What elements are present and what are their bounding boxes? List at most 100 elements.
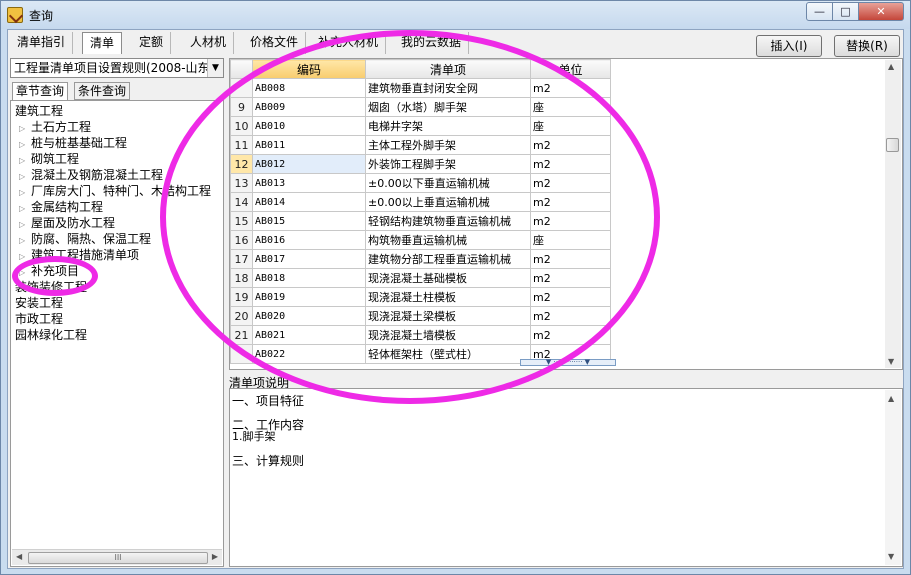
item-cell[interactable]: 现浇混凝土柱模板 (365, 287, 531, 307)
item-cell[interactable]: 建筑物分部工程垂直运输机械 (365, 249, 531, 269)
unit-cell[interactable]: m2 (530, 211, 611, 231)
table-row[interactable]: 11 AB011 主体工程外脚手架 m2 (230, 135, 611, 155)
tab-supplement-material[interactable]: 补充人材机 (311, 32, 387, 54)
code-cell[interactable]: AB009 (252, 97, 366, 117)
close-button[interactable]: ✕ (858, 2, 904, 21)
code-cell[interactable]: AB016 (252, 230, 366, 250)
code-cell[interactable]: AB015 (252, 211, 366, 231)
unit-cell[interactable]: m2 (530, 249, 611, 269)
tab-condition-query[interactable]: 条件查询 (74, 82, 131, 100)
tree-item[interactable]: ▷ 混凝土及钢筋混凝土工程 (19, 167, 163, 183)
tree-item[interactable]: ▷ 厂库房大门、特种门、木结构工程 (19, 183, 211, 199)
code-cell[interactable]: AB010 (252, 116, 366, 136)
item-cell[interactable]: 轻钢结构建筑物垂直运输机械 (365, 211, 531, 231)
table-row[interactable]: 13 AB013 ±0.00以下垂直运输机械 m2 (230, 173, 611, 193)
tree-item[interactable]: 市政工程 (15, 311, 63, 327)
chevron-down-icon[interactable]: ▼ (207, 59, 223, 77)
title-bar[interactable]: 查询 — □ ✕ (1, 1, 910, 29)
scroll-up-icon[interactable]: ▲ (888, 62, 894, 71)
tree-item[interactable]: ▷ 防腐、隔热、保温工程 (19, 231, 151, 247)
unit-cell[interactable]: m2 (530, 325, 611, 345)
tree-item[interactable]: ▷ 补充项目 (19, 263, 79, 279)
table-row[interactable]: 19 AB019 现浇混凝土柱模板 m2 (230, 287, 611, 307)
item-cell[interactable]: 轻体框架柱（壁式柱） (365, 344, 531, 364)
scroll-thumb[interactable] (886, 138, 899, 152)
tree-item[interactable]: ▷ 土石方工程 (19, 119, 91, 135)
tree-item[interactable]: ▷ 桩与桩基基础工程 (19, 135, 127, 151)
tree-item[interactable]: 建筑工程 (15, 103, 63, 119)
description-vertical-scrollbar[interactable]: ▲ ▼ (885, 390, 901, 565)
panel-splitter-handle[interactable]: ▼ ············· ▼ (520, 359, 616, 366)
tab-list[interactable]: 清单 (82, 32, 123, 54)
unit-cell[interactable]: m2 (530, 173, 611, 193)
tree-item[interactable]: 装饰装修工程 (15, 279, 87, 295)
unit-cell[interactable]: m2 (530, 135, 611, 155)
unit-cell[interactable]: m2 (530, 192, 611, 212)
minimize-button[interactable]: — (806, 2, 833, 21)
tab-cloud-data[interactable]: 我的云数据 (394, 32, 470, 54)
item-cell[interactable]: 构筑物垂直运输机械 (365, 230, 531, 250)
item-cell[interactable]: 烟囱（水塔）脚手架 (365, 97, 531, 117)
item-cell[interactable]: ±0.00以下垂直运输机械 (365, 173, 531, 193)
tree-item[interactable]: ▷ 金属结构工程 (19, 199, 103, 215)
unit-cell[interactable]: m2 (530, 306, 611, 326)
item-cell[interactable]: 电梯井字架 (365, 116, 531, 136)
scroll-down-icon[interactable]: ▼ (888, 357, 894, 366)
tab-quota[interactable]: 定额 (132, 32, 172, 54)
code-cell[interactable]: AB019 (252, 287, 366, 307)
scroll-left-icon[interactable]: ◀ (16, 552, 22, 561)
table-row[interactable]: 16 AB016 构筑物垂直运输机械座 (230, 230, 611, 250)
table-row[interactable]: 12 AB012 外装饰工程脚手架 m2 (230, 154, 611, 174)
code-cell[interactable]: AB018 (252, 268, 366, 288)
unit-cell[interactable]: m2 (530, 287, 611, 307)
unit-cell[interactable]: m2 (530, 78, 611, 98)
column-header-item[interactable]: 清单项 (365, 59, 531, 79)
table-row[interactable]: 15 AB015 轻钢结构建筑物垂直运输机械 m2 (230, 211, 611, 231)
unit-cell[interactable]: 座 (530, 230, 611, 250)
table-row[interactable]: 17 AB017 建筑物分部工程垂直运输机械 m2 (230, 249, 611, 269)
unit-cell[interactable]: m2 (530, 268, 611, 288)
code-cell[interactable]: AB020 (252, 306, 366, 326)
scroll-thumb[interactable]: III (28, 552, 208, 564)
grid-vertical-scrollbar[interactable]: ▲ ▼ (885, 60, 901, 368)
insert-button[interactable]: 插入(I) (756, 35, 822, 57)
code-cell[interactable]: AB012 (252, 154, 366, 174)
tree-item[interactable]: ▷ 砌筑工程 (19, 151, 79, 167)
rule-select[interactable]: 工程量清单项目设置规则(2008-山东 ▼ (10, 58, 224, 78)
code-cell[interactable]: AB021 (252, 325, 366, 345)
code-cell[interactable]: AB017 (252, 249, 366, 269)
tree-item[interactable]: 安装工程 (15, 295, 63, 311)
table-row[interactable]: 10 AB010 电梯井字架座 (230, 116, 611, 136)
item-cell[interactable]: 主体工程外脚手架 (365, 135, 531, 155)
unit-cell[interactable]: 座 (530, 116, 611, 136)
item-cell[interactable]: 建筑物垂直封闭安全网 (365, 78, 531, 98)
scroll-right-icon[interactable]: ▶ (212, 552, 218, 561)
unit-cell[interactable]: 座 (530, 97, 611, 117)
tab-list-guide[interactable]: 清单指引 (10, 32, 74, 54)
tree-item[interactable]: 园林绿化工程 (15, 327, 87, 343)
table-row[interactable]: 20 AB020 现浇混凝土梁模板 m2 (230, 306, 611, 326)
tab-labor-material-machine[interactable]: 人材机 (183, 32, 235, 54)
tree-horizontal-scrollbar[interactable]: ◀ III ▶ (12, 549, 222, 565)
maximize-button[interactable]: □ (832, 2, 859, 21)
item-cell[interactable]: 现浇混凝土梁模板 (365, 306, 531, 326)
item-cell[interactable]: 现浇混凝土墙模板 (365, 325, 531, 345)
code-cell[interactable]: AB022 (252, 344, 366, 364)
unit-cell[interactable]: m2 (530, 154, 611, 174)
tree-item[interactable]: ▷ 建筑工程措施清单项 (19, 247, 139, 263)
tab-price-file[interactable]: 价格文件 (243, 32, 307, 54)
table-row[interactable]: 14 AB014 ±0.00以上垂直运输机械 m2 (230, 192, 611, 212)
code-cell[interactable]: AB014 (252, 192, 366, 212)
tab-chapter-query[interactable]: 章节查询 (12, 82, 69, 101)
column-header-code[interactable]: 编码 (252, 59, 366, 79)
scroll-up-icon[interactable]: ▲ (888, 394, 894, 403)
code-cell[interactable]: AB011 (252, 135, 366, 155)
item-cell[interactable]: 现浇混凝土基础模板 (365, 268, 531, 288)
table-row[interactable]: 21 AB021 现浇混凝土墙模板 m2 (230, 325, 611, 345)
column-header-unit[interactable]: 单位 (530, 59, 611, 79)
item-cell[interactable]: 外装饰工程脚手架 (365, 154, 531, 174)
item-cell[interactable]: ±0.00以上垂直运输机械 (365, 192, 531, 212)
replace-button[interactable]: 替换(R) (834, 35, 900, 57)
scroll-down-icon[interactable]: ▼ (888, 552, 894, 561)
table-row[interactable]: 18 AB018 现浇混凝土基础模板 m2 (230, 268, 611, 288)
